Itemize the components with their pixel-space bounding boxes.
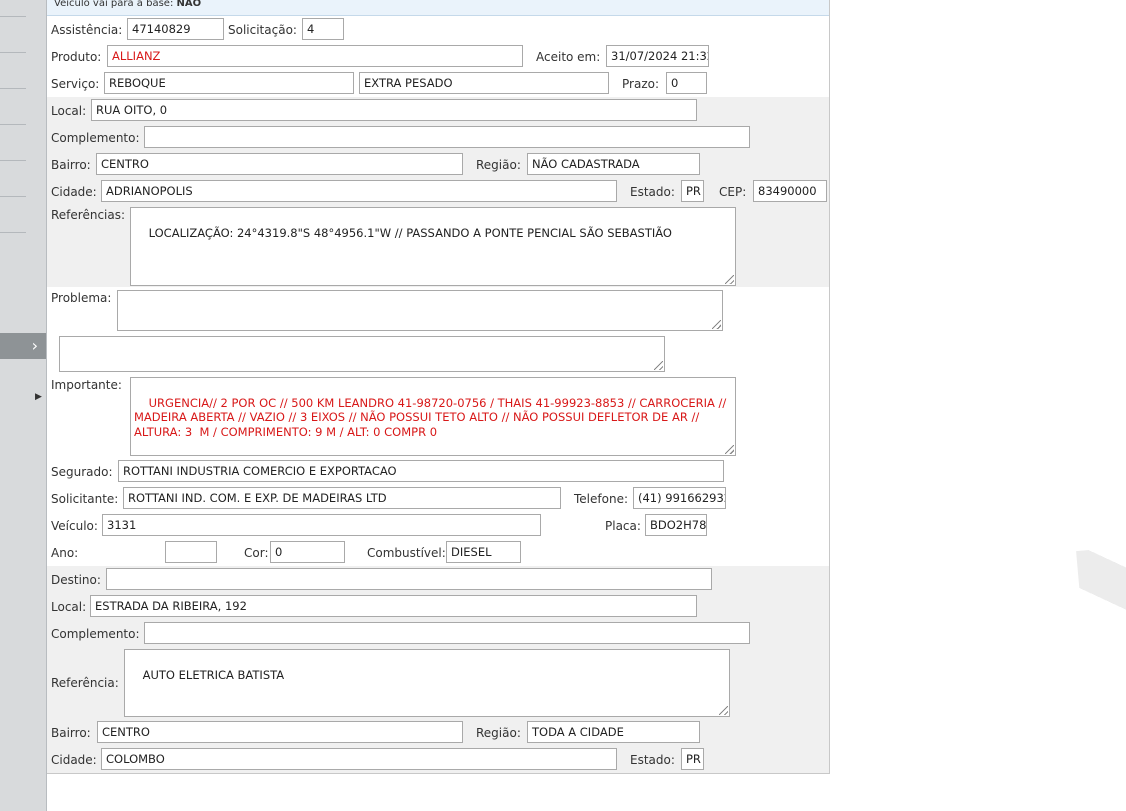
- problema-label: Problema:: [51, 291, 112, 305]
- watermark-shape: [1076, 545, 1126, 621]
- local-label: Local:: [51, 104, 87, 118]
- service-form: Veículo vai para a base: NAO Assistência…: [47, 0, 830, 774]
- destino-cidade-field[interactable]: COLOMBO: [101, 748, 617, 770]
- segurado-label: Segurado:: [51, 465, 113, 479]
- resize-handle-icon[interactable]: [719, 706, 728, 715]
- chevron-right-icon: ›: [31, 336, 38, 355]
- base-notice-label: Veículo vai para a base:: [54, 0, 174, 9]
- destino-estado-field[interactable]: PR: [681, 748, 704, 770]
- telefone-label: Telefone:: [574, 492, 628, 506]
- solicitacao-label: Solicitação:: [228, 23, 297, 37]
- assistencia-field[interactable]: 47140829: [127, 18, 224, 40]
- placa-field[interactable]: BDO2H78: [645, 514, 707, 536]
- left-sidebar: › ▶: [0, 0, 47, 811]
- cor-label: Cor:: [244, 546, 269, 560]
- observacao-textarea[interactable]: [59, 336, 665, 372]
- destino-bairro-field[interactable]: CENTRO: [97, 721, 463, 743]
- destino-regiao-field[interactable]: TODA A CIDADE: [527, 721, 700, 743]
- ano-field[interactable]: [165, 541, 217, 563]
- importante-textarea[interactable]: URGENCIA// 2 POR OC // 500 KM LEANDRO 41…: [130, 377, 736, 456]
- complemento-field[interactable]: [144, 126, 750, 148]
- sidebar-divider: [0, 88, 26, 89]
- servico-label: Serviço:: [51, 77, 100, 91]
- estado-label: Estado:: [630, 185, 675, 199]
- destino-referencia-text: AUTO ELETRICA BATISTA: [142, 667, 285, 682]
- resize-handle-icon[interactable]: [654, 361, 663, 370]
- destino-field[interactable]: [106, 568, 712, 590]
- destino-label: Destino:: [51, 573, 101, 587]
- prazo-field[interactable]: 0: [666, 72, 707, 94]
- cep-field[interactable]: 83490000: [753, 180, 827, 202]
- cidade-field[interactable]: ADRIANOPOLIS: [101, 180, 617, 202]
- sidebar-divider: [0, 16, 26, 17]
- destino-complemento-label: Complemento:: [51, 627, 140, 641]
- sidebar-divider: [0, 124, 26, 125]
- produto-field[interactable]: ALLIANZ: [107, 45, 523, 67]
- resize-handle-icon[interactable]: [712, 320, 721, 329]
- caret-right-icon[interactable]: ▶: [35, 392, 42, 402]
- importante-text: URGENCIA// 2 POR OC // 500 KM LEANDRO 41…: [134, 395, 730, 439]
- segurado-field[interactable]: ROTTANI INDUSTRIA COMERCIO E EXPORTACAO: [118, 460, 724, 482]
- destino-local-label: Local:: [51, 600, 87, 614]
- aceito-em-field[interactable]: 31/07/2024 21:32: [606, 45, 709, 67]
- cep-label: CEP:: [719, 185, 747, 199]
- destino-referencia-label: Referência:: [51, 676, 119, 690]
- destino-bairro-label: Bairro:: [51, 726, 91, 740]
- telefone-field[interactable]: (41) 991662932: [633, 487, 726, 509]
- bairro-field[interactable]: CENTRO: [96, 153, 463, 175]
- placa-label: Placa:: [605, 519, 641, 533]
- destino-local-field[interactable]: ESTRADA DA RIBEIRA, 192: [90, 595, 697, 617]
- combustivel-field[interactable]: DIESEL: [446, 541, 521, 563]
- solicitante-field[interactable]: ROTTANI IND. COM. E EXP. DE MADEIRAS LTD: [123, 487, 561, 509]
- prazo-label: Prazo:: [622, 77, 659, 91]
- destino-referencia-textarea[interactable]: AUTO ELETRICA BATISTA: [124, 649, 730, 717]
- sidebar-divider: [0, 160, 26, 161]
- ano-label: Ano:: [51, 546, 79, 560]
- referencias-text: LOCALIZAÇÃO: 24°4319.8"S 48°4956.1"W // …: [148, 225, 672, 240]
- sidebar-divider: [0, 52, 26, 53]
- destino-complemento-field[interactable]: [144, 622, 750, 644]
- servico-tipo-field[interactable]: EXTRA PESADO: [359, 72, 609, 94]
- veiculo-field[interactable]: 3131: [102, 514, 541, 536]
- resize-handle-icon[interactable]: [725, 275, 734, 284]
- destino-cidade-label: Cidade:: [51, 753, 97, 767]
- sidebar-expand-button[interactable]: ›: [0, 333, 46, 359]
- assistencia-label: Assistência:: [51, 23, 123, 37]
- destino-regiao-label: Região:: [476, 726, 521, 740]
- cor-field[interactable]: 0: [270, 541, 345, 563]
- aceito-em-label: Aceito em:: [536, 50, 601, 64]
- regiao-field[interactable]: NÃO CADASTRADA: [527, 153, 700, 175]
- referencias-label: Referências:: [51, 208, 126, 222]
- base-notice: Veículo vai para a base: NAO: [47, 0, 829, 16]
- cidade-label: Cidade:: [51, 185, 97, 199]
- complemento-label: Complemento:: [51, 131, 140, 145]
- estado-field[interactable]: PR: [681, 180, 704, 202]
- solicitante-label: Solicitante:: [51, 492, 119, 506]
- combustivel-label: Combustível:: [367, 546, 446, 560]
- resize-handle-icon[interactable]: [725, 445, 734, 454]
- referencias-textarea[interactable]: LOCALIZAÇÃO: 24°4319.8"S 48°4956.1"W // …: [130, 207, 736, 286]
- destino-estado-label: Estado:: [630, 753, 675, 767]
- bairro-label: Bairro:: [51, 158, 91, 172]
- local-field[interactable]: RUA OITO, 0: [91, 99, 697, 121]
- sidebar-divider: [0, 196, 26, 197]
- servico-field[interactable]: REBOQUE: [104, 72, 354, 94]
- produto-label: Produto:: [51, 50, 102, 64]
- importante-label: Importante:: [51, 378, 122, 392]
- sidebar-divider: [0, 232, 26, 233]
- base-notice-value: NAO: [176, 0, 202, 9]
- veiculo-label: Veículo:: [51, 519, 98, 533]
- solicitacao-field[interactable]: 4: [302, 18, 344, 40]
- problema-textarea[interactable]: [117, 290, 723, 331]
- regiao-label: Região:: [476, 158, 521, 172]
